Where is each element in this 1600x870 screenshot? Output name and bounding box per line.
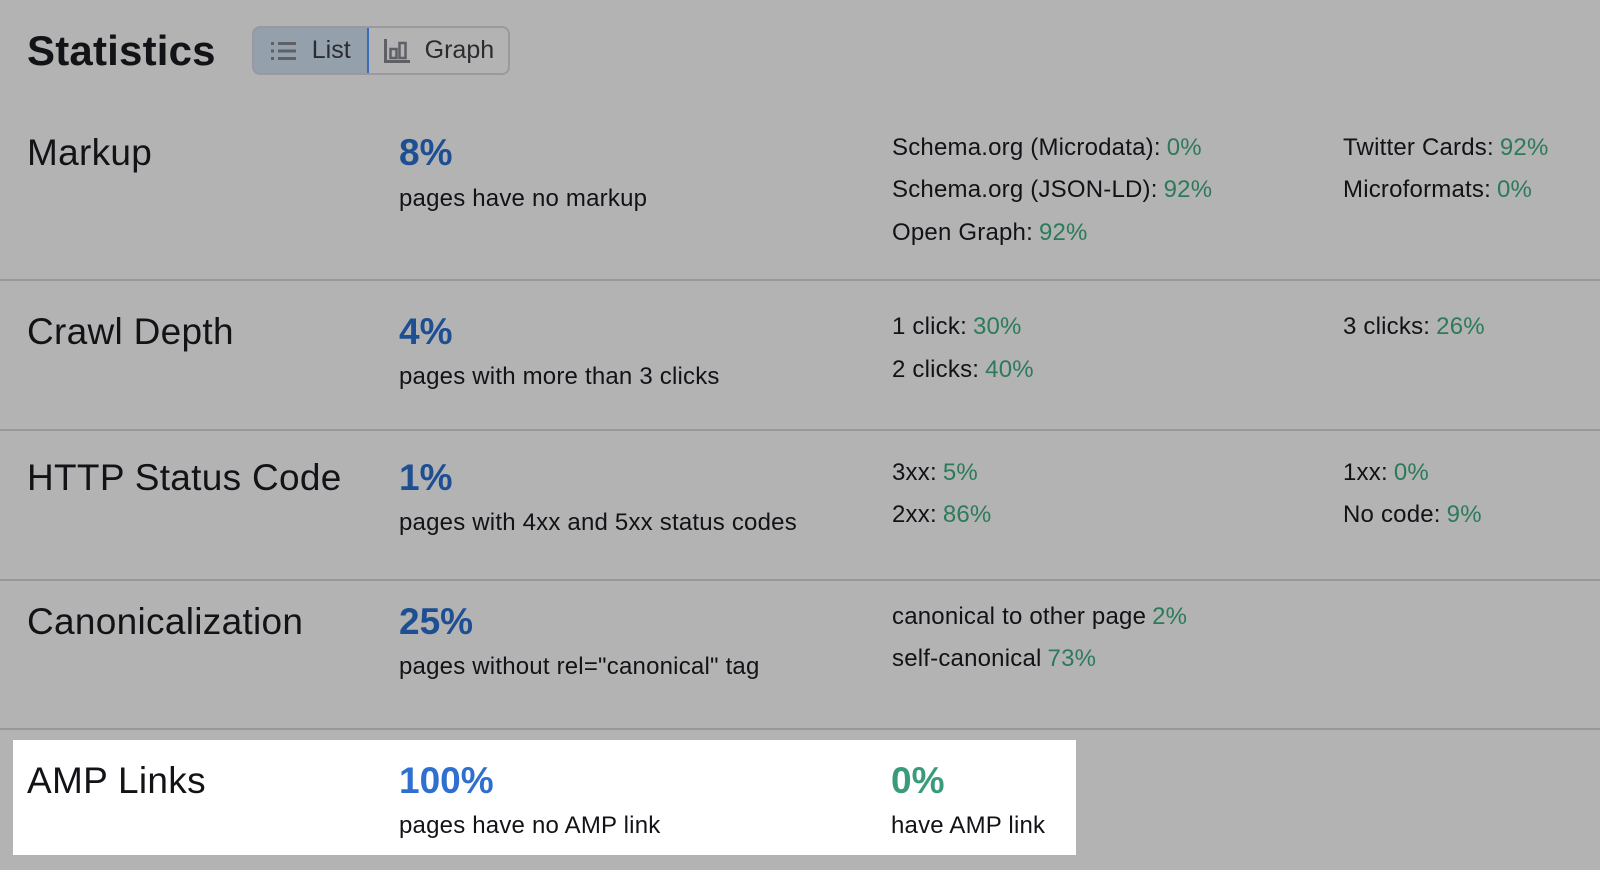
metric-value: 30% xyxy=(972,313,1022,340)
graph-view-button[interactable]: Graph xyxy=(369,28,508,73)
row-name: AMP Links xyxy=(27,760,206,801)
row-description: pages without rel="canonical" tag xyxy=(399,653,760,680)
metric-value: 86% xyxy=(942,501,992,528)
stat-row-markup: Markup 8% pages have no markup Schema.or… xyxy=(0,112,1600,281)
row-description: pages have no markup xyxy=(399,185,648,212)
stat-row-crawl-depth: Crawl Depth 4% pages with more than 3 cl… xyxy=(0,283,1600,431)
metric-value: 0% xyxy=(1166,134,1202,161)
row-description: pages with more than 3 clicks xyxy=(399,363,720,390)
metric-label: self-canonical xyxy=(892,645,1042,672)
metric-label: 2xx: xyxy=(892,501,937,528)
metric-value: 9% xyxy=(1446,501,1482,528)
view-toggle: List Graph xyxy=(251,26,511,75)
metric-value: 40% xyxy=(985,356,1034,383)
row-main-value[interactable]: 4% xyxy=(399,311,452,353)
metric-value: 0% xyxy=(1496,176,1533,203)
metric-value: 92% xyxy=(1038,219,1088,246)
metric-item[interactable]: 1xx: 0% xyxy=(1343,459,1429,487)
metric-label: Schema.org (Microdata): xyxy=(892,134,1161,161)
row-main-value[interactable]: 1% xyxy=(399,457,452,499)
row-description: pages have no AMP link xyxy=(399,812,661,839)
metric-label: Schema.org (JSON-LD): xyxy=(892,176,1158,203)
row-main-value[interactable]: 25% xyxy=(399,601,473,643)
row-main-value[interactable]: 100% xyxy=(399,760,494,802)
metric-label: Microformats: xyxy=(1343,176,1491,203)
row-secondary-description: have AMP link xyxy=(891,812,1046,839)
graph-view-label: Graph xyxy=(424,36,495,64)
row-secondary-value[interactable]: 0% xyxy=(891,760,944,802)
row-name: Canonicalization xyxy=(27,601,304,642)
metric-label: Twitter Cards: xyxy=(1343,134,1494,161)
statistics-header: Statistics List Graph xyxy=(27,26,511,75)
metric-value: 5% xyxy=(942,459,978,486)
bar-chart-icon xyxy=(383,37,411,65)
metric-label: Open Graph: xyxy=(892,219,1033,246)
metric-item[interactable]: 3 clicks: 26% xyxy=(1343,313,1485,341)
metric-item[interactable]: Open Graph: 92% xyxy=(892,219,1088,247)
row-name: HTTP Status Code xyxy=(27,457,342,498)
metric-label: 3xx: xyxy=(892,459,937,486)
metric-value: 73% xyxy=(1047,645,1097,672)
metric-item[interactable]: 2xx: 86% xyxy=(892,501,991,529)
metric-label: No code: xyxy=(1343,501,1441,528)
row-main-value[interactable]: 8% xyxy=(399,132,452,174)
metric-label: canonical to other page xyxy=(892,603,1147,630)
metric-item[interactable]: 1 click: 30% xyxy=(892,313,1022,341)
list-view-button[interactable]: List xyxy=(253,28,369,73)
row-name: Crawl Depth xyxy=(27,311,234,352)
list-view-label: List xyxy=(311,36,351,64)
metric-item[interactable]: 3xx: 5% xyxy=(892,459,978,487)
row-description: pages with 4xx and 5xx status codes xyxy=(399,509,797,536)
stat-row-amp-links: AMP Links 100% pages have no AMP link 0%… xyxy=(13,740,1076,855)
stat-row-canonicalization: Canonicalization 25% pages without rel="… xyxy=(0,583,1600,730)
metric-item[interactable]: Microformats: 0% xyxy=(1343,176,1532,204)
metric-item[interactable]: 2 clicks: 40% xyxy=(892,356,1034,384)
metric-label: 1 click: xyxy=(892,313,967,340)
metric-item[interactable]: self-canonical 73% xyxy=(892,645,1096,673)
list-icon xyxy=(270,39,298,63)
metric-label: 2 clicks: xyxy=(892,356,980,383)
metric-item[interactable]: No code: 9% xyxy=(1343,501,1482,529)
stat-row-http-status: HTTP Status Code 1% pages with 4xx and 5… xyxy=(0,433,1600,581)
metric-label: 1xx: xyxy=(1343,459,1388,486)
metric-item[interactable]: canonical to other page 2% xyxy=(892,603,1187,631)
metric-item[interactable]: Schema.org (Microdata): 0% xyxy=(892,134,1202,162)
metric-value: 92% xyxy=(1499,134,1549,161)
metric-value: 2% xyxy=(1152,603,1188,630)
page-title: Statistics xyxy=(27,26,216,74)
metric-value: 0% xyxy=(1393,459,1429,486)
metric-label: 3 clicks: xyxy=(1343,313,1431,340)
metric-item[interactable]: Schema.org (JSON-LD): 92% xyxy=(892,176,1212,204)
metric-item[interactable]: Twitter Cards: 92% xyxy=(1343,134,1548,162)
metric-value: 92% xyxy=(1163,176,1213,203)
row-name: Markup xyxy=(27,132,153,173)
metric-value: 26% xyxy=(1436,313,1485,340)
